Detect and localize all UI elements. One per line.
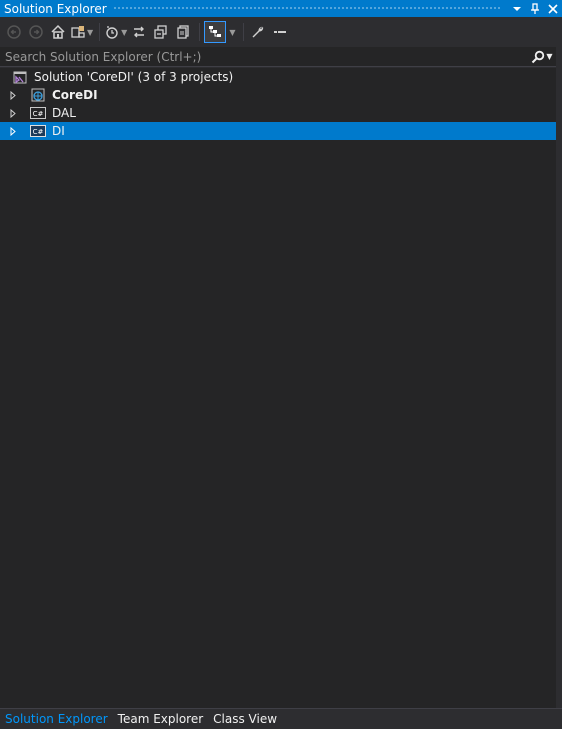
search-input[interactable]: Search Solution Explorer (Ctrl+;) bbox=[0, 50, 528, 64]
home-icon bbox=[51, 24, 65, 39]
tab-class-view[interactable]: Class View bbox=[208, 712, 282, 726]
forward-arrow-icon bbox=[29, 25, 43, 39]
pin-button[interactable] bbox=[526, 0, 544, 17]
window-position-menu[interactable] bbox=[508, 0, 526, 17]
title-bar: Solution Explorer bbox=[0, 0, 562, 17]
svg-text:C#: C# bbox=[33, 110, 44, 118]
expander-arrow-icon[interactable] bbox=[6, 86, 20, 104]
forward-button[interactable] bbox=[26, 21, 46, 43]
tab-team-explorer[interactable]: Team Explorer bbox=[113, 712, 209, 726]
search-icon bbox=[532, 50, 545, 63]
switch-views-icon bbox=[71, 26, 85, 38]
tab-solution-explorer[interactable]: Solution Explorer bbox=[0, 712, 113, 726]
toolbar: ▼ ▼ ▼ bbox=[0, 17, 562, 47]
chevron-down-icon: ▼ bbox=[121, 27, 128, 37]
chevron-down-icon bbox=[513, 6, 521, 11]
toolbar-separator bbox=[99, 23, 101, 41]
sync-with-active-document-button[interactable] bbox=[129, 21, 149, 43]
tree-item-di[interactable]: C# DI bbox=[0, 122, 556, 140]
pin-icon bbox=[531, 2, 539, 14]
toolbar-separator bbox=[243, 23, 245, 41]
scrollbar-track[interactable] bbox=[556, 47, 562, 708]
tree-item-label: DI bbox=[52, 124, 65, 138]
tree-item-label: DAL bbox=[52, 106, 76, 120]
chevron-down-icon[interactable]: ▼ bbox=[229, 28, 235, 37]
tree-item-dal[interactable]: C# DAL bbox=[0, 104, 556, 122]
minus-icon bbox=[274, 31, 287, 33]
show-all-files-icon bbox=[177, 25, 189, 39]
close-icon bbox=[548, 3, 558, 14]
solution-tree: Solution 'CoreDI' (3 of 3 projects) Core… bbox=[0, 68, 556, 708]
back-arrow-icon bbox=[7, 25, 21, 39]
csharp-project-icon: C# bbox=[30, 123, 46, 139]
clock-icon bbox=[106, 26, 118, 39]
bottom-tab-strip: Solution Explorer Team Explorer Class Vi… bbox=[0, 708, 562, 729]
collapse-all-icon bbox=[154, 25, 167, 39]
expander-arrow-icon[interactable] bbox=[6, 122, 20, 140]
properties-button[interactable] bbox=[248, 21, 268, 43]
collapse-all-button[interactable] bbox=[151, 21, 171, 43]
sync-icon bbox=[134, 26, 145, 38]
tree-item-label: CoreDI bbox=[52, 88, 98, 102]
toolbar-separator bbox=[199, 23, 201, 41]
search-options-button[interactable]: ▼ bbox=[528, 47, 556, 67]
search-box[interactable]: Search Solution Explorer (Ctrl+;) ▼ bbox=[0, 47, 556, 67]
preview-icon bbox=[209, 26, 222, 37]
minus-button[interactable] bbox=[270, 21, 290, 43]
svg-text:C#: C# bbox=[33, 128, 44, 136]
back-button[interactable] bbox=[4, 21, 24, 43]
csharp-project-icon: C# bbox=[30, 105, 46, 121]
wrench-icon bbox=[252, 26, 264, 38]
switch-views-button[interactable]: ▼ bbox=[70, 21, 93, 43]
visual-studio-solution-icon bbox=[12, 69, 28, 85]
web-project-icon bbox=[30, 87, 46, 103]
pending-changes-filter-button[interactable]: ▼ bbox=[104, 21, 127, 43]
solution-label: Solution 'CoreDI' (3 of 3 projects) bbox=[34, 70, 234, 84]
tree-item-coredi[interactable]: CoreDI bbox=[0, 86, 556, 104]
home-button[interactable] bbox=[48, 21, 68, 43]
title-bar-grip[interactable] bbox=[112, 6, 500, 11]
chevron-down-icon: ▼ bbox=[546, 52, 553, 61]
chevron-down-icon: ▼ bbox=[87, 27, 94, 37]
show-all-files-button[interactable] bbox=[173, 21, 193, 43]
close-button[interactable] bbox=[544, 0, 562, 17]
window-title: Solution Explorer bbox=[4, 1, 107, 16]
solution-node[interactable]: Solution 'CoreDI' (3 of 3 projects) bbox=[0, 68, 556, 86]
preview-selected-items-button[interactable] bbox=[204, 21, 227, 43]
expander-arrow-icon[interactable] bbox=[6, 104, 20, 122]
